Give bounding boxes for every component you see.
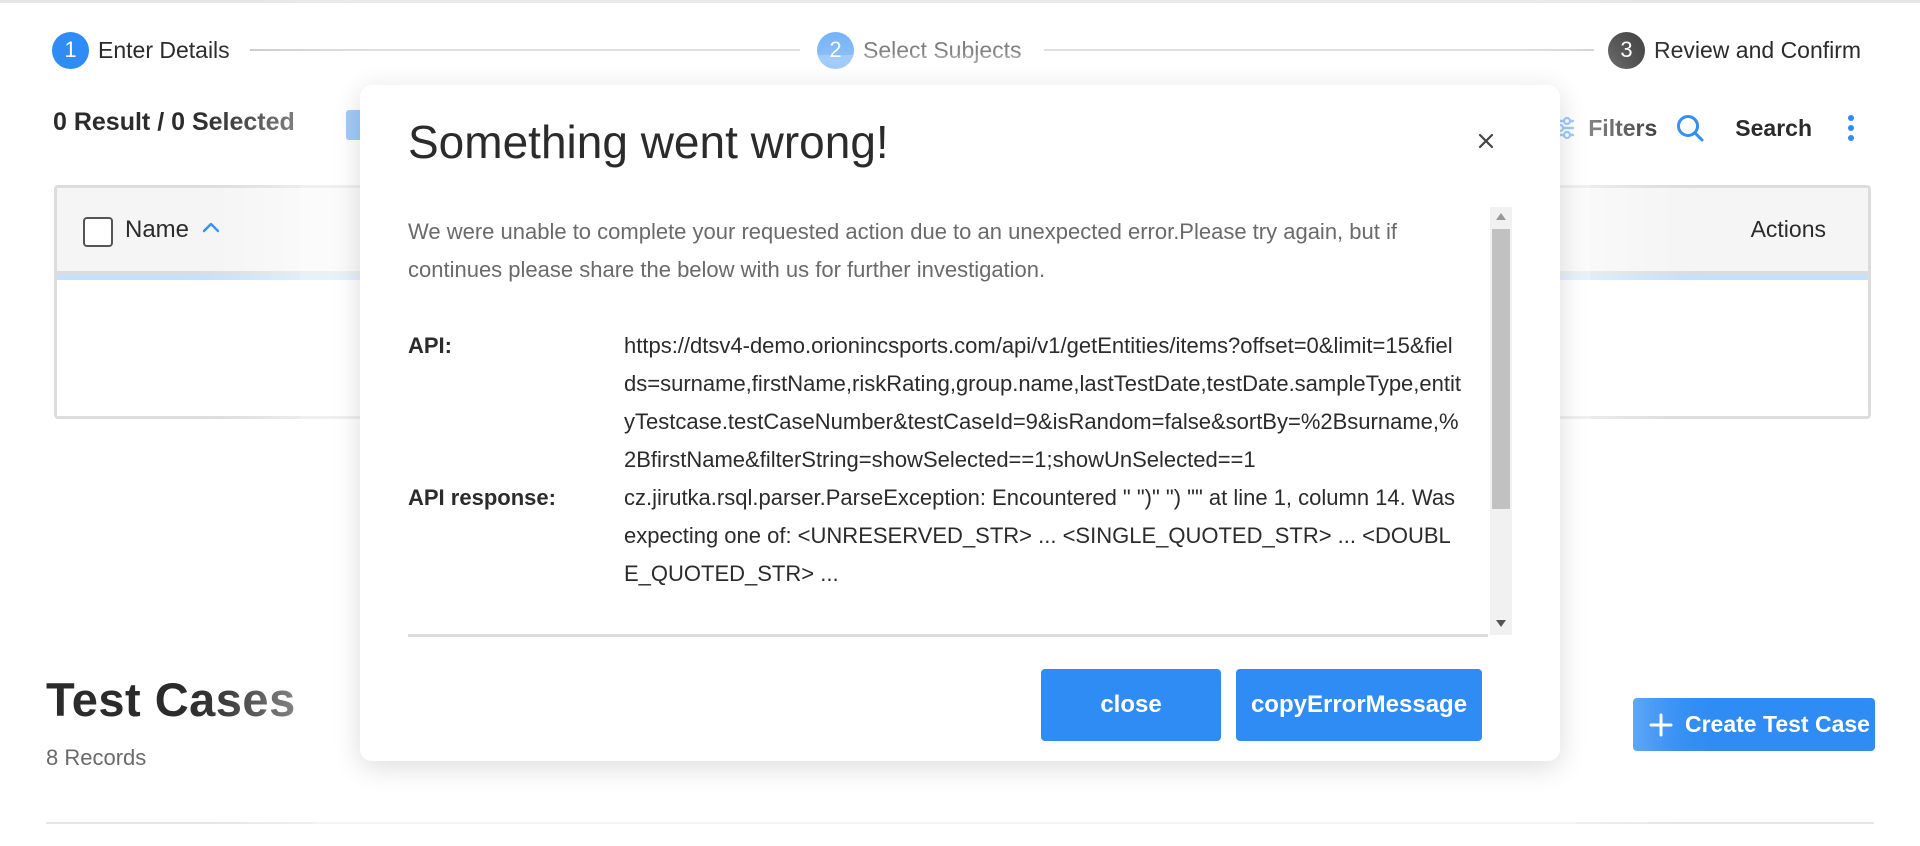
copy-error-button[interactable]: copyErrorMessage	[1236, 669, 1482, 741]
close-button[interactable]: close	[1041, 669, 1221, 741]
step-number: 3	[1608, 31, 1645, 69]
api-response-row: API response: cz.jirutka.rsql.parser.Par…	[408, 479, 1462, 593]
step-connector	[1044, 49, 1594, 51]
api-response-value: cz.jirutka.rsql.parser.ParseException: E…	[624, 485, 1456, 586]
api-label: API:	[408, 333, 452, 358]
scroll-thumb[interactable]	[1492, 229, 1510, 509]
create-test-case-label: Create Test Case	[1685, 711, 1870, 737]
step-enter-details[interactable]: 1 Enter Details	[52, 30, 230, 70]
chevron-up-icon[interactable]	[201, 218, 221, 238]
scroll-up-arrow[interactable]	[1496, 213, 1506, 220]
dialog-scroll-area[interactable]: We were unable to complete your requeste…	[408, 207, 1488, 635]
column-header-actions: Actions	[1750, 216, 1826, 242]
step-connector	[250, 49, 800, 51]
search-button[interactable]: Search	[1675, 113, 1812, 143]
create-test-case-button[interactable]: Create Test Case	[1633, 698, 1875, 751]
scroll-area-divider	[408, 634, 1488, 637]
top-divider	[0, 0, 1920, 3]
section-title: Test Cases	[46, 673, 296, 726]
column-header-name[interactable]: Name	[125, 216, 189, 244]
dialog-title: Something went wrong!	[408, 116, 889, 168]
plus-icon	[1649, 713, 1673, 736]
vertical-scrollbar[interactable]	[1490, 207, 1512, 635]
toolbar: Filters Search	[1550, 106, 1858, 150]
error-dialog: Something went wrong! We were unable to …	[360, 85, 1560, 761]
step-number: 1	[52, 31, 89, 69]
scroll-down-arrow[interactable]	[1496, 620, 1506, 627]
select-all-checkbox[interactable]	[83, 217, 113, 247]
api-row: API: https://dtsv4-demo.orionincsports.c…	[408, 327, 1462, 479]
step-label: Enter Details	[98, 36, 230, 63]
filters-label: Filters	[1588, 114, 1658, 141]
records-count: 8 Records	[46, 745, 147, 770]
api-value: https://dtsv4-demo.orionincsports.com/ap…	[624, 333, 1461, 472]
result-summary: 0 Result / 0 Selected	[53, 108, 295, 136]
step-label: Review and Confirm	[1654, 36, 1862, 63]
step-review-confirm[interactable]: 3 Review and Confirm	[1608, 30, 1861, 70]
error-message: We were unable to complete your requeste…	[408, 219, 1397, 282]
search-icon	[1677, 115, 1704, 142]
api-response-label: API response:	[408, 485, 556, 510]
search-label: Search	[1735, 114, 1812, 141]
close-icon[interactable]	[1472, 127, 1500, 155]
more-options-icon[interactable]	[1844, 113, 1858, 143]
